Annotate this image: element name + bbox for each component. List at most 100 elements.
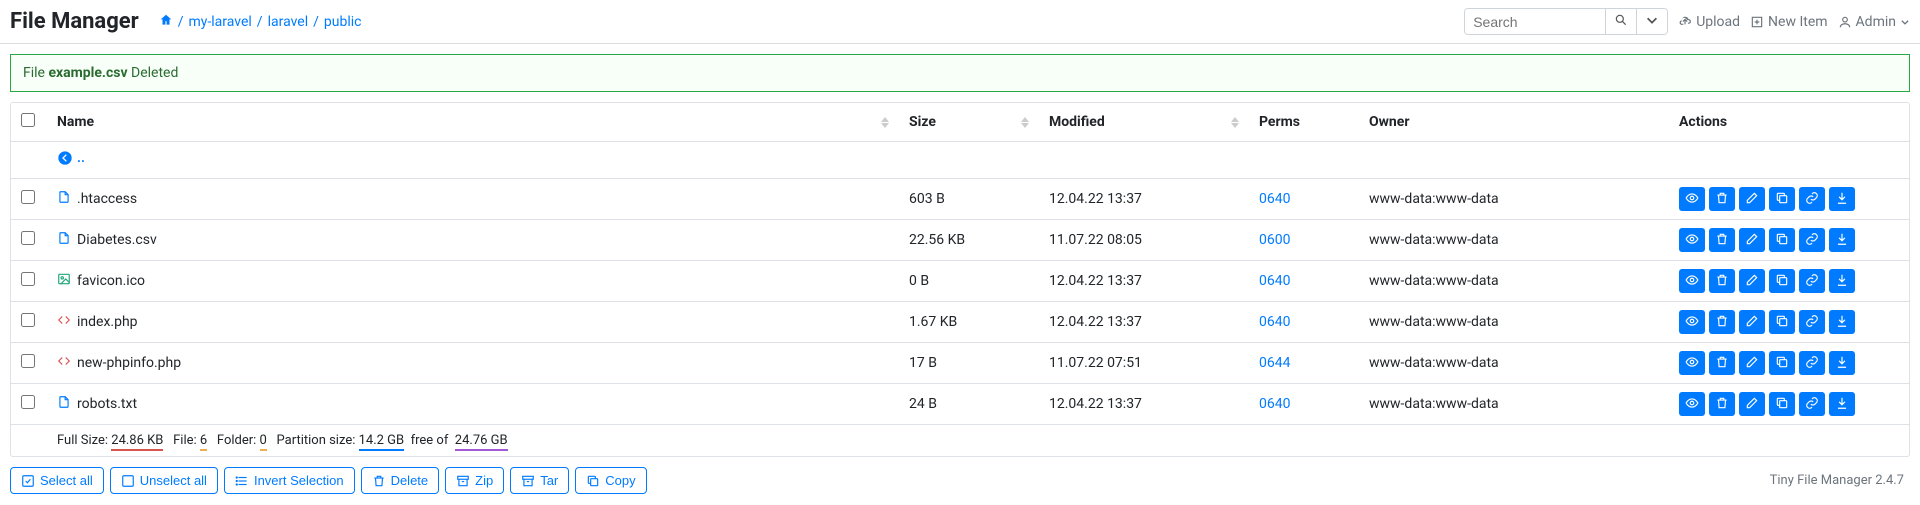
delete-button[interactable] [1709,228,1735,252]
rename-button[interactable] [1739,392,1765,416]
file-size: 22.56 KB [909,232,965,248]
file-perms[interactable]: 0644 [1259,355,1290,371]
summary-fullsize: 24.86 KB [111,433,163,451]
row-checkbox[interactable] [21,272,35,286]
breadcrumb-segment[interactable]: laravel [268,14,309,30]
rename-button[interactable] [1739,310,1765,334]
delete-button[interactable] [1709,392,1735,416]
row-checkbox[interactable] [21,190,35,204]
user-icon [1838,15,1852,29]
preview-button[interactable] [1679,269,1705,293]
file-perms[interactable]: 0640 [1259,191,1290,207]
column-owner: Owner [1359,103,1669,142]
search-box [1464,8,1668,35]
row-checkbox[interactable] [21,231,35,245]
download-icon [1835,396,1849,413]
copy-button[interactable] [1769,187,1795,211]
download-button[interactable] [1829,392,1855,416]
delete-button[interactable] [1709,187,1735,211]
download-button[interactable] [1829,310,1855,334]
unselect-all-button[interactable]: Unselect all [110,467,218,494]
link-button[interactable] [1799,228,1825,252]
search-icon [1614,13,1628,27]
admin-menu[interactable]: Admin [1838,14,1910,30]
file-link[interactable]: favicon.ico [57,272,145,290]
copy-button[interactable] [1769,269,1795,293]
delete-button[interactable] [1709,310,1735,334]
row-checkbox[interactable] [21,354,35,368]
copy-button[interactable]: Copy [575,467,646,494]
download-button[interactable] [1829,351,1855,375]
link-button[interactable] [1799,392,1825,416]
column-modified[interactable]: Modified [1039,103,1249,142]
file-perms[interactable]: 0640 [1259,396,1290,412]
link-button[interactable] [1799,269,1825,293]
select-all-button[interactable]: Select all [10,467,104,494]
search-button[interactable] [1605,9,1636,34]
list-icon [235,474,249,488]
alert-filename: example.csv [48,65,127,81]
tar-button[interactable]: Tar [510,467,569,494]
file-size: 1.67 KB [909,314,957,330]
preview-icon [1685,191,1699,208]
preview-button[interactable] [1679,187,1705,211]
parent-dir-link[interactable]: .. [57,150,85,166]
link-button[interactable] [1799,351,1825,375]
column-name[interactable]: Name [47,103,899,142]
delete-button[interactable] [1709,351,1735,375]
download-icon [1835,273,1849,290]
file-link[interactable]: index.php [57,313,138,331]
preview-button[interactable] [1679,228,1705,252]
rename-button[interactable] [1739,269,1765,293]
file-size: 0 B [909,273,929,289]
file-link[interactable]: robots.txt [57,395,137,413]
column-size[interactable]: Size [899,103,1039,142]
copy-button[interactable] [1769,228,1795,252]
copy-button[interactable] [1769,392,1795,416]
select-all-checkbox[interactable] [21,113,35,127]
delete-button[interactable] [1709,269,1735,293]
search-input[interactable] [1465,9,1605,34]
zip-button[interactable]: Zip [445,467,504,494]
download-button[interactable] [1829,228,1855,252]
row-checkbox[interactable] [21,313,35,327]
file-perms[interactable]: 0600 [1259,232,1290,248]
rename-button[interactable] [1739,351,1765,375]
download-button[interactable] [1829,269,1855,293]
copy-button[interactable] [1769,310,1795,334]
delete-button[interactable]: Delete [361,467,440,494]
link-button[interactable] [1799,310,1825,334]
download-icon [1835,232,1849,249]
search-dropdown-button[interactable] [1636,9,1667,34]
link-button[interactable] [1799,187,1825,211]
file-name: new-phpinfo.php [77,355,181,371]
new-item-link[interactable]: New Item [1750,14,1828,30]
row-checkbox[interactable] [21,395,35,409]
link-icon [1805,355,1819,372]
footer-version: Tiny File Manager 2.4.7 [1770,473,1910,488]
upload-link[interactable]: Upload [1678,14,1740,30]
file-icon [57,190,71,208]
preview-icon [1685,396,1699,413]
file-link[interactable]: Diabetes.csv [57,231,157,249]
preview-button[interactable] [1679,310,1705,334]
file-perms[interactable]: 0640 [1259,314,1290,330]
file-link[interactable]: .htaccess [57,190,137,208]
invert-selection-button[interactable]: Invert Selection [224,467,355,494]
archive-icon [521,474,535,488]
breadcrumb-segment[interactable]: my-laravel [189,14,252,30]
rename-icon [1745,191,1759,208]
file-size: 24 B [909,396,937,412]
breadcrumb-segment[interactable]: public [324,14,362,30]
copy-button[interactable] [1769,351,1795,375]
rename-button[interactable] [1739,187,1765,211]
preview-button[interactable] [1679,351,1705,375]
column-actions: Actions [1669,103,1909,142]
rename-button[interactable] [1739,228,1765,252]
plus-square-icon [1750,15,1764,29]
home-icon[interactable] [159,13,173,31]
preview-button[interactable] [1679,392,1705,416]
file-link[interactable]: new-phpinfo.php [57,354,181,372]
download-button[interactable] [1829,187,1855,211]
file-perms[interactable]: 0640 [1259,273,1290,289]
